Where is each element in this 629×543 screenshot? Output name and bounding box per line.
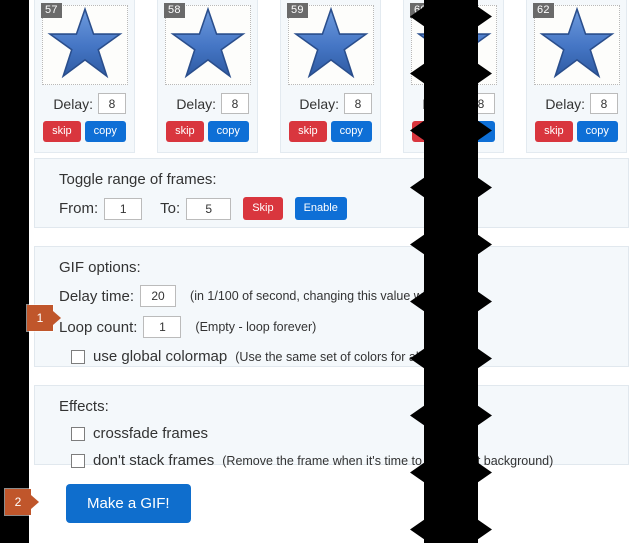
global-colormap-hint: (Use the same set of colors for all fra — [235, 349, 440, 364]
to-input[interactable] — [186, 197, 232, 220]
page-root: 57 Delay: skip — [0, 0, 629, 543]
range-skip-button[interactable]: Skip — [243, 197, 283, 220]
loop-count-label: Loop count: — [59, 318, 138, 336]
main-content: 57 Delay: skip — [29, 0, 629, 543]
loop-count-row: Loop count: (Empty - loop forever) — [35, 316, 628, 338]
frame-number-badge: 62 — [533, 3, 554, 18]
crossfade-label: crossfade frames — [93, 425, 209, 442]
frame-copy-button[interactable]: copy — [330, 121, 372, 142]
dont-stack-row: don't stack frames (Remove the frame whe… — [35, 452, 628, 469]
frame-card[interactable]: 62 Delay: skip copy — [526, 0, 627, 153]
to-label: To: — [160, 200, 181, 217]
frame-card[interactable]: 59 Delay: skip copy — [280, 0, 381, 153]
frame-delay-input[interactable] — [98, 93, 126, 114]
delay-time-row: Delay time: (in 1/100 of second, changin… — [35, 285, 628, 307]
frame-skip-button[interactable]: skip — [166, 121, 204, 142]
global-colormap-label: use global colormap — [93, 348, 228, 365]
frame-delay-row: Delay: — [281, 93, 380, 114]
dont-stack-hint: (Remove the frame when it's time to di s… — [222, 453, 554, 468]
loop-count-input[interactable] — [143, 316, 182, 338]
from-label: From: — [59, 200, 99, 217]
frame-card[interactable]: 58 Delay: skip copy — [157, 0, 258, 153]
frame-delay-input[interactable] — [221, 93, 249, 114]
frame-actions: skip copy — [289, 121, 372, 142]
toggle-range-row: From: To: Skip Enable — [35, 197, 628, 220]
gif-options-title: GIF options: — [59, 259, 141, 276]
effects-panel: Effects: crossfade frames don't stack fr… — [34, 385, 629, 469]
from-input[interactable] — [104, 197, 143, 220]
range-enable-button[interactable]: Enable — [294, 197, 347, 220]
frame-number-badge: 57 — [41, 3, 62, 18]
frame-delay-label: Delay: — [545, 95, 585, 112]
frame-copy-button[interactable]: copy — [84, 121, 126, 142]
gif-options-panel: GIF options: Delay time: (in 1/100 of se… — [34, 246, 629, 367]
dont-stack-checkbox[interactable] — [71, 453, 85, 468]
dont-stack-label: don't stack frames — [93, 452, 215, 469]
effects-title: Effects: — [59, 398, 109, 415]
frame-delay-input[interactable] — [590, 93, 618, 114]
global-colormap-checkbox[interactable] — [71, 349, 85, 364]
delay-time-label: Delay time: — [59, 287, 135, 305]
frame-actions: skip copy — [166, 121, 249, 142]
step-marker-2: 2 — [5, 489, 31, 515]
make-gif-button[interactable]: Make a GIF! — [66, 484, 191, 523]
zigzag-occlusion-core — [424, 0, 478, 543]
frame-delay-label: Delay: — [299, 95, 339, 112]
frame-actions: skip copy — [535, 121, 618, 142]
left-occlusion-band — [0, 0, 29, 543]
frame-card[interactable]: 57 Delay: skip — [34, 0, 135, 153]
toggle-range-panel: Toggle range of frames: From: To: Skip E… — [34, 158, 629, 228]
frame-skip-button[interactable]: skip — [535, 121, 573, 142]
frame-skip-button[interactable]: skip — [289, 121, 327, 142]
frame-delay-row: Delay: — [158, 93, 257, 114]
frame-copy-button[interactable]: copy — [576, 121, 618, 142]
delay-time-hint: (in 1/100 of second, changing this value… — [190, 289, 432, 303]
frame-delay-label: Delay: — [176, 95, 216, 112]
frame-delay-row: Delay: — [527, 93, 626, 114]
step-marker-1: 1 — [27, 305, 53, 331]
toggle-range-title: Toggle range of frames: — [59, 171, 217, 188]
frame-number-badge: 58 — [164, 3, 185, 18]
crossfade-checkbox[interactable] — [71, 426, 85, 441]
delay-time-input[interactable] — [140, 285, 177, 307]
frame-delay-row: Delay: — [35, 93, 134, 114]
frame-delay-label: Delay: — [53, 95, 93, 112]
frame-delay-input[interactable] — [344, 93, 372, 114]
frame-strip: 57 Delay: skip — [34, 0, 629, 153]
frame-copy-button[interactable]: copy — [207, 121, 249, 142]
frame-number-badge: 59 — [287, 3, 308, 18]
loop-count-hint: (Empty - loop forever) — [195, 320, 317, 334]
frame-actions: skip copy — [43, 121, 126, 142]
frame-skip-button[interactable]: skip — [43, 121, 81, 142]
global-colormap-row: use global colormap (Use the same set of… — [35, 348, 628, 365]
crossfade-row: crossfade frames — [35, 425, 628, 442]
